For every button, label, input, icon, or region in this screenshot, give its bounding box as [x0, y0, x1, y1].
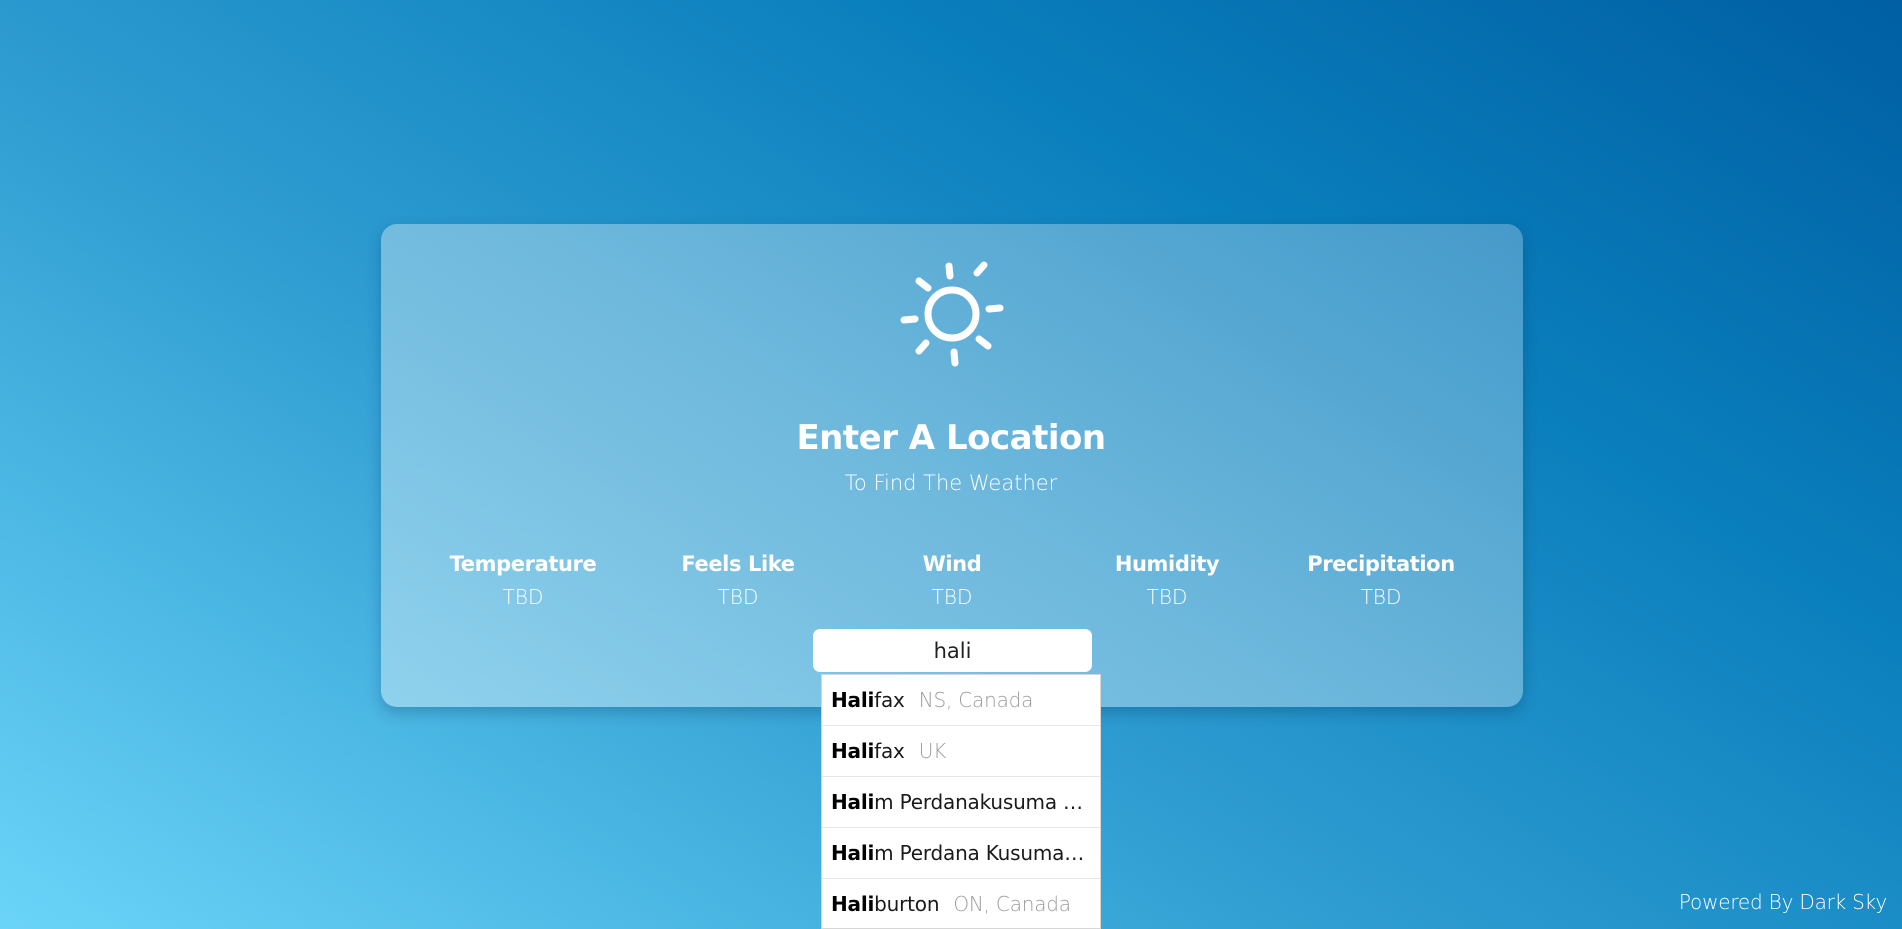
- sun-icon: [900, 261, 1004, 367]
- stat-wind: Wind TBD: [842, 549, 1062, 612]
- stat-value: TBD: [717, 585, 759, 609]
- stat-label: Humidity: [1114, 552, 1220, 576]
- suggestion-match: Hali: [831, 739, 875, 763]
- stat-humidity: Humidity TBD: [1057, 549, 1277, 612]
- stat-feels-like: Feels Like TBD: [628, 549, 848, 612]
- suggestion-rest: burton: [874, 892, 940, 916]
- suggestion-match: Hali: [831, 790, 875, 814]
- stat-value: TBD: [502, 585, 544, 609]
- suggestion-region: NS, Canada: [918, 688, 1034, 712]
- suggestion-item[interactable]: Halifax NS, Canada: [822, 675, 1100, 726]
- powered-by-link[interactable]: Powered By Dark Sky: [1679, 890, 1887, 914]
- suggestion-rest: m Perdanakusuma Airport: [874, 790, 1100, 814]
- suggestion-match: Hali: [831, 892, 875, 916]
- autocomplete-dropdown: Halifax NS, Canada Halifax UK Halim Perdan…: [821, 674, 1101, 929]
- suggestion-region: ON, Canada: [953, 892, 1071, 916]
- suggestion-rest: fax: [874, 688, 905, 712]
- suggestion-match: Hali: [831, 841, 875, 865]
- location-search-input[interactable]: [813, 629, 1092, 672]
- suggestion-item[interactable]: Halim Perdana Kusumah Airport: [822, 828, 1100, 879]
- suggestion-region: UK: [918, 739, 947, 763]
- suggestion-rest: m Perdana Kusumah Airport: [874, 841, 1100, 865]
- suggestion-item[interactable]: Haliburton ON, Canada: [822, 879, 1100, 928]
- stat-temperature: Temperature TBD: [413, 549, 633, 612]
- page-title: Enter A Location: [796, 418, 1106, 458]
- suggestion-item[interactable]: Halifax UK: [822, 726, 1100, 777]
- stat-label: Feels Like: [681, 552, 795, 576]
- stat-value: TBD: [1146, 585, 1188, 609]
- stat-label: Temperature: [449, 552, 597, 576]
- stat-label: Wind: [922, 552, 982, 576]
- suggestion-match: Hali: [831, 688, 875, 712]
- stat-value: TBD: [1360, 585, 1402, 609]
- suggestion-item[interactable]: Halim Perdanakusuma Airport: [822, 777, 1100, 828]
- page-subtitle: To Find The Weather: [844, 471, 1058, 495]
- stat-label: Precipitation: [1307, 552, 1455, 576]
- stat-precipitation: Precipitation TBD: [1271, 549, 1491, 612]
- stat-value: TBD: [931, 585, 973, 609]
- suggestion-rest: fax: [874, 739, 905, 763]
